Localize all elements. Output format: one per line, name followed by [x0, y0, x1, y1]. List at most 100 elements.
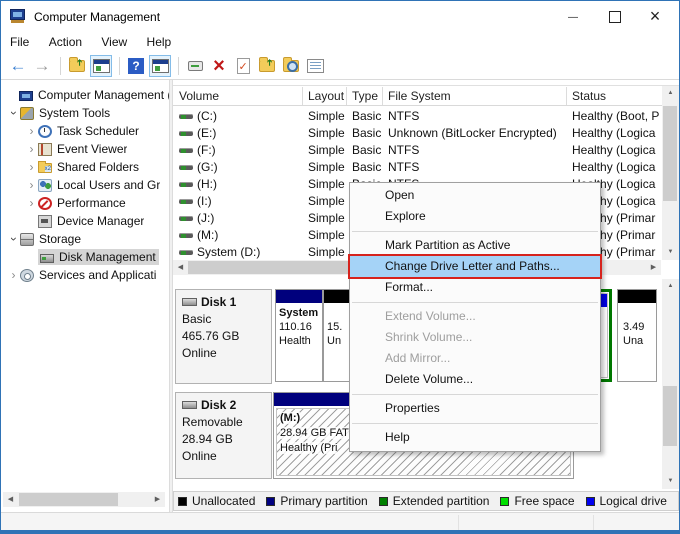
computer-icon	[19, 91, 33, 101]
menu-action[interactable]: Action	[49, 32, 91, 49]
menu-item-change-drive-letter[interactable]: Change Drive Letter and Paths...	[350, 256, 600, 277]
scroll-up-icon[interactable]: ▲	[663, 86, 678, 101]
volume-icon	[179, 250, 193, 255]
volume-icon	[179, 216, 193, 221]
menu-view[interactable]: View	[101, 32, 136, 49]
scroll-right-icon[interactable]: ▶	[646, 260, 661, 275]
services-icon	[20, 269, 34, 282]
disk1-partition-system[interactable]: System 110.16 Health	[275, 289, 323, 382]
window-title: Computer Management	[34, 10, 160, 24]
console-tree-icon[interactable]	[90, 55, 112, 77]
volume-icon	[179, 199, 193, 204]
column-file-system[interactable]: File System	[388, 89, 451, 103]
logical-drive-color-swatch	[586, 497, 595, 506]
minimize-button[interactable]	[553, 1, 593, 32]
scroll-up-icon[interactable]: ▲	[663, 279, 678, 294]
volume-list-vertical-scrollbar[interactable]: ▲ ▼	[662, 86, 679, 260]
screen-tip-icon[interactable]	[184, 55, 206, 77]
column-layout[interactable]: Layout	[308, 89, 344, 103]
disk1-kind: Basic	[182, 312, 271, 326]
menu-item-add-mirror: Add Mirror...	[350, 348, 600, 369]
scrollbar-thumb[interactable]	[663, 386, 677, 446]
menu-item-open[interactable]: Open	[350, 185, 600, 206]
chevron-collapsed-icon[interactable]	[25, 124, 38, 138]
console-window-icon[interactable]	[149, 55, 171, 77]
tree-item-performance[interactable]: Performance	[1, 194, 169, 212]
menu-item-mark-partition-active[interactable]: Mark Partition as Active	[350, 235, 600, 256]
volume-icon	[179, 233, 193, 238]
delete-icon[interactable]	[208, 55, 230, 77]
legend-free-space: Free space	[500, 494, 574, 508]
tree-item-storage[interactable]: Storage	[1, 230, 169, 248]
volume-row-g[interactable]: (G:)Simple BasicNTFS Healthy (Logica	[173, 159, 662, 176]
tree-item-system-tools[interactable]: System Tools	[1, 104, 169, 122]
scroll-right-icon[interactable]: ▶	[150, 492, 165, 507]
tree-item-task-scheduler[interactable]: Task Scheduler	[1, 122, 169, 140]
tree-item-computer-management[interactable]: Computer Management (	[1, 86, 169, 104]
chevron-expanded-icon[interactable]	[7, 232, 20, 246]
disk-view-vertical-scrollbar[interactable]: ▲ ▼	[662, 279, 679, 489]
sidebar-horizontal-scrollbar[interactable]: ◀ ▶	[3, 492, 165, 507]
menu-bar: File Action View Help	[1, 32, 679, 53]
back-arrow-icon[interactable]	[7, 55, 29, 77]
maximize-button[interactable]	[595, 1, 635, 32]
tree-item-device-manager[interactable]: Device Manager	[1, 212, 169, 230]
free-space-color-swatch	[500, 497, 509, 506]
tree-item-disk-management[interactable]: Disk Management	[1, 248, 169, 266]
up-folder-icon[interactable]	[66, 55, 88, 77]
list-properties-icon[interactable]	[304, 55, 326, 77]
chevron-collapsed-icon[interactable]	[25, 196, 38, 210]
scrollbar-thumb[interactable]	[663, 106, 677, 201]
tree-item-shared-folders[interactable]: Shared Folders	[1, 158, 169, 176]
disk2-label-box[interactable]: Disk 2 Removable 28.94 GB Online	[175, 392, 272, 479]
column-status[interactable]: Status	[572, 89, 606, 103]
book-icon	[38, 143, 52, 156]
menu-item-properties[interactable]: Properties	[350, 398, 600, 419]
chevron-collapsed-icon[interactable]	[25, 160, 38, 174]
menu-item-extend-volume: Extend Volume...	[350, 306, 600, 327]
volume-row-e[interactable]: (E:)Simple BasicUnknown (BitLocker Encry…	[173, 125, 662, 142]
tree-item-services-applications[interactable]: Services and Applicati	[1, 266, 169, 284]
scrollbar-thumb[interactable]	[188, 261, 348, 274]
close-button[interactable]	[635, 1, 675, 32]
disk1-label-box[interactable]: Disk 1 Basic 465.76 GB Online	[175, 289, 272, 384]
storage-icon	[20, 233, 34, 246]
menu-item-explore[interactable]: Explore	[350, 206, 600, 227]
scroll-down-icon[interactable]: ▼	[663, 474, 678, 489]
search-folder-icon[interactable]	[280, 55, 302, 77]
chevron-collapsed-icon[interactable]	[25, 178, 38, 192]
legend-logical-drive: Logical drive	[586, 494, 667, 508]
menu-help[interactable]: Help	[147, 32, 181, 49]
column-volume[interactable]: Volume	[179, 89, 219, 103]
chevron-collapsed-icon[interactable]	[7, 268, 20, 282]
export-folder-icon[interactable]	[256, 55, 278, 77]
help-icon[interactable]: ?	[125, 55, 147, 77]
menu-item-help[interactable]: Help	[350, 427, 600, 448]
disk1-partition-unallocated-2[interactable]: 3.49 Una	[617, 289, 657, 382]
tree-item-local-users-groups[interactable]: Local Users and Gr	[1, 176, 169, 194]
menu-item-format[interactable]: Format...	[350, 277, 600, 298]
disk2-kind: Removable	[182, 415, 271, 429]
chevron-collapsed-icon[interactable]	[25, 142, 38, 156]
volume-row-c[interactable]: (C:)Simple BasicNTFS Healthy (Boot, P	[173, 108, 662, 125]
tree-item-event-viewer[interactable]: Event Viewer	[1, 140, 169, 158]
extended-partition-color-swatch	[379, 497, 388, 506]
volume-row-f[interactable]: (F:)Simple BasicNTFS Healthy (Logica	[173, 142, 662, 159]
scrollbar-thumb[interactable]	[19, 493, 118, 506]
volume-icon	[179, 165, 193, 170]
scroll-down-icon[interactable]: ▼	[663, 245, 678, 260]
performance-icon	[38, 197, 52, 210]
scroll-left-icon[interactable]: ◀	[173, 260, 188, 275]
toolbar-separator	[60, 57, 61, 75]
disk2-status: Online	[182, 449, 271, 463]
chevron-expanded-icon[interactable]	[7, 106, 20, 120]
column-type[interactable]: Type	[352, 89, 378, 103]
computer-management-window: Computer Management File Action View Hel…	[0, 0, 680, 534]
menu-item-delete-volume[interactable]: Delete Volume...	[350, 369, 600, 390]
check-document-icon[interactable]	[232, 55, 254, 77]
scroll-left-icon[interactable]: ◀	[3, 492, 18, 507]
forward-arrow-icon[interactable]	[31, 55, 53, 77]
context-menu: Open Explore Mark Partition as Active Ch…	[349, 182, 601, 452]
menu-file[interactable]: File	[10, 32, 38, 49]
clock-icon	[38, 125, 52, 138]
